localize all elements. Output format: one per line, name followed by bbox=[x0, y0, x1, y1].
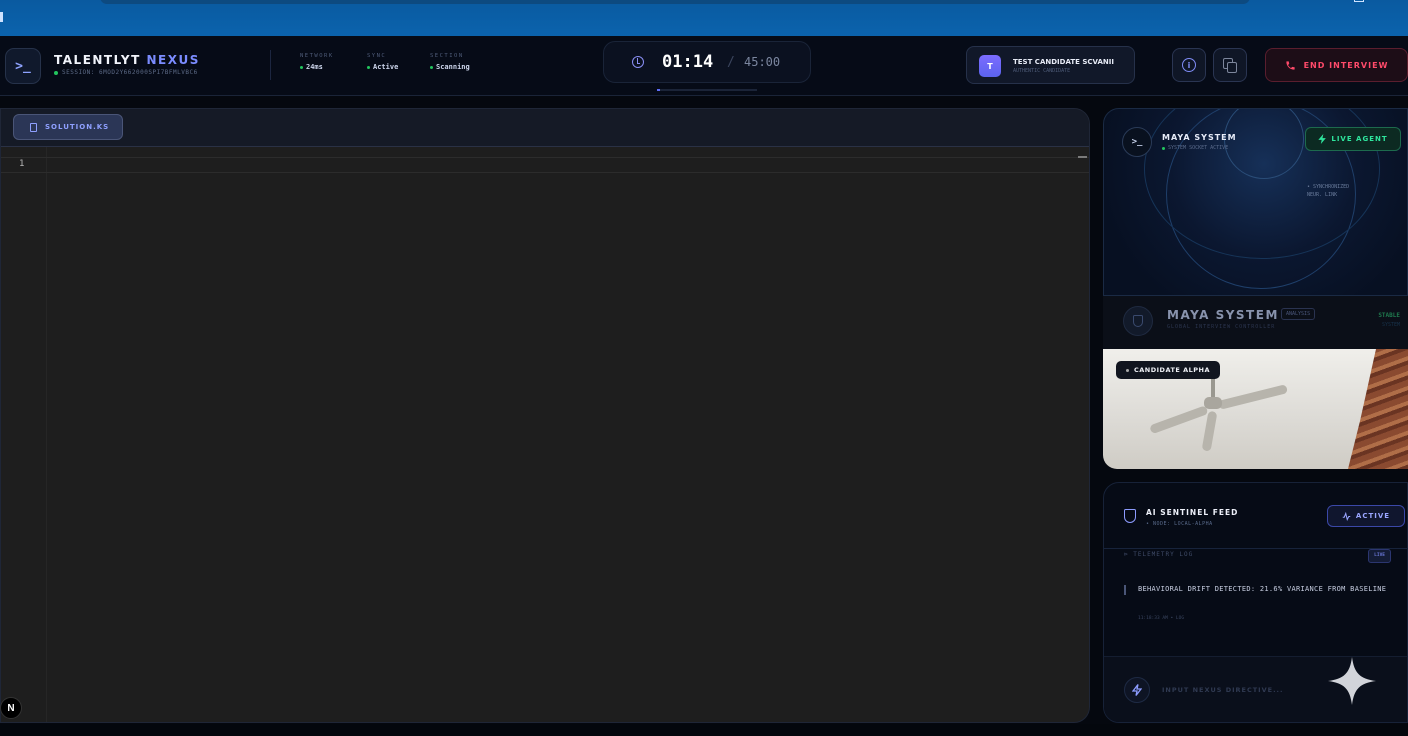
pulse-icon bbox=[1342, 511, 1351, 521]
shield-icon bbox=[1123, 306, 1153, 336]
maya-controller-strip: MAYA SYSTEM ANALYSIS GLOBAL INTERVIEW CO… bbox=[1103, 296, 1408, 350]
phone-icon bbox=[1285, 60, 1295, 70]
agent-status-text: SYSTEM SOCKET ACTIVE bbox=[1168, 145, 1229, 151]
file-icon bbox=[30, 122, 37, 132]
candidate-video-label-text: CANDIDATE ALPHA bbox=[1134, 366, 1211, 374]
log-entry-text: BEHAVIORAL DRIFT DETECTED: 21.6% VARIANC… bbox=[1138, 585, 1387, 593]
log-entry-marker bbox=[1124, 585, 1126, 595]
readout-line: NEUR. LINK bbox=[1307, 192, 1338, 198]
live-agent-label: LIVE AGENT bbox=[1331, 135, 1388, 143]
candidate-chip[interactable]: T TEST CANDIDATE SCVANII AUTHENTIC CANDI… bbox=[966, 46, 1135, 84]
browser-menu-icon[interactable] bbox=[1354, 0, 1364, 2]
status-dot bbox=[367, 65, 370, 69]
timer-progress-fill bbox=[657, 89, 660, 91]
agent-status: SYSTEM SOCKET ACTIVE bbox=[1162, 145, 1228, 151]
maya-badge: ANALYSIS bbox=[1281, 308, 1316, 320]
metric-sync: SYNC Active bbox=[367, 53, 398, 71]
info-icon: i bbox=[1182, 58, 1196, 72]
maya-status-sub: SYSTEM bbox=[1381, 322, 1400, 328]
terminal-mini-icon: ⊳ bbox=[1124, 551, 1134, 558]
metric-section: SECTION Scanning bbox=[430, 53, 470, 71]
metric-label: SYNC bbox=[367, 53, 387, 59]
interview-timer: 01:14 / 45:00 bbox=[603, 41, 811, 83]
file-tab-label: SOLUTION.KS bbox=[45, 123, 110, 131]
timer-progress-bar bbox=[657, 89, 757, 91]
readout-line: • SYNCHRONIZED bbox=[1307, 184, 1350, 190]
line-gutter bbox=[1, 147, 47, 722]
header-divider bbox=[270, 50, 271, 80]
metric-network: NETWORK 24ms bbox=[300, 53, 334, 71]
brand-name: TALENTLYT bbox=[54, 53, 141, 67]
video-fan-hub bbox=[1204, 397, 1222, 409]
copy-icon bbox=[1223, 58, 1237, 73]
maya-status: STABLE bbox=[1378, 312, 1400, 319]
video-wall bbox=[1348, 349, 1408, 469]
brand-title: TALENTLYT NEXUS bbox=[54, 53, 200, 67]
active-status-badge: ACTIVE bbox=[1327, 505, 1405, 527]
timer-total: 45:00 bbox=[744, 55, 781, 69]
terminal-icon: >_ bbox=[1122, 127, 1152, 157]
metric-label: SECTION bbox=[430, 53, 464, 59]
clock-icon bbox=[632, 56, 644, 68]
maya-title: MAYA SYSTEM bbox=[1167, 308, 1279, 322]
file-tab-solution[interactable]: SOLUTION.KS bbox=[13, 114, 123, 140]
feed-node: • NODE: LOCAL-ALPHA bbox=[1146, 521, 1213, 527]
scrollbar-marker[interactable] bbox=[1078, 156, 1087, 158]
browser-bar bbox=[0, 0, 1408, 36]
browser-address-bar[interactable] bbox=[100, 0, 1250, 4]
telemetry-log-label: ⊳ TELEMETRY LOG bbox=[1124, 551, 1193, 558]
feed-header: AI SENTINEL FEED • NODE: LOCAL-ALPHA ACT… bbox=[1104, 483, 1407, 549]
telemetry-log-text: TELEMETRY LOG bbox=[1133, 551, 1194, 558]
session-id: SESSION: 6MOD2Y662000SPI7BFMLVBC6 bbox=[62, 69, 198, 76]
log-entry-meta: 11:18:33 AM • LOG bbox=[1138, 616, 1185, 621]
shield-icon bbox=[1124, 509, 1136, 523]
code-editor[interactable]: SOLUTION.KS 1 bbox=[0, 108, 1090, 723]
candidate-name: TEST CANDIDATE SCVANII bbox=[1013, 58, 1114, 66]
candidate-avatar: T bbox=[979, 55, 1001, 77]
agent-visual-panel: >_ MAYA SYSTEM SYSTEM SOCKET ACTIVE LIVE… bbox=[1103, 108, 1408, 296]
agent-name: MAYA SYSTEM bbox=[1162, 133, 1237, 142]
bottom-edge bbox=[0, 724, 1408, 736]
feed-title: AI SENTINEL FEED bbox=[1146, 508, 1239, 517]
maya-subtitle: GLOBAL INTERVIEW CONTROLLER bbox=[1167, 324, 1276, 330]
live-chip: LIVE bbox=[1368, 549, 1391, 563]
editor-tabbar: SOLUTION.KS bbox=[1, 109, 1089, 147]
metric-label: NETWORK bbox=[300, 53, 334, 59]
status-dot bbox=[1126, 368, 1129, 372]
video-fan-blade bbox=[1201, 410, 1218, 452]
status-dot bbox=[1162, 146, 1165, 150]
end-interview-label: END INTERVIEW bbox=[1303, 60, 1389, 70]
bolt-icon[interactable] bbox=[1124, 677, 1150, 703]
metric-value: Active bbox=[373, 63, 399, 71]
bolt-icon bbox=[1318, 134, 1327, 144]
current-line-highlight[interactable] bbox=[1, 157, 1089, 173]
video-fan-blade bbox=[1217, 384, 1289, 410]
timer-elapsed: 01:14 bbox=[662, 52, 714, 72]
directive-input[interactable] bbox=[1162, 681, 1342, 699]
candidate-subtitle: AUTHENTIC CANDIDATE bbox=[1013, 68, 1071, 74]
active-status-label: ACTIVE bbox=[1355, 512, 1391, 520]
dev-tools-badge[interactable]: N bbox=[0, 697, 22, 719]
status-dot bbox=[430, 65, 433, 69]
brand-accent: NEXUS bbox=[146, 53, 200, 67]
session-indicator: SESSION: 6MOD2Y662000SPI7BFMLVBC6 bbox=[54, 69, 198, 76]
session-status-dot bbox=[54, 70, 58, 75]
candidate-video-feed: CANDIDATE ALPHA bbox=[1103, 349, 1408, 469]
info-button[interactable]: i bbox=[1172, 48, 1206, 82]
end-interview-button[interactable]: END INTERVIEW bbox=[1265, 48, 1408, 82]
sparkle-icon bbox=[1328, 657, 1376, 705]
copy-button[interactable] bbox=[1213, 48, 1247, 82]
status-dot bbox=[300, 65, 303, 69]
browser-edge-marker bbox=[0, 12, 3, 22]
candidate-video-label: CANDIDATE ALPHA bbox=[1116, 361, 1221, 379]
agent-readout: • SYNCHRONIZED NEUR. LINK bbox=[1307, 183, 1349, 199]
metric-value: 24ms bbox=[306, 63, 323, 71]
timer-separator: / bbox=[727, 55, 735, 70]
live-agent-badge: LIVE AGENT bbox=[1305, 127, 1401, 151]
metric-value: Scanning bbox=[436, 63, 470, 71]
video-fan-rod bbox=[1211, 379, 1215, 399]
line-number: 1 bbox=[19, 159, 25, 169]
video-fan-blade bbox=[1149, 405, 1209, 435]
terminal-logo-icon: >_ bbox=[5, 48, 41, 84]
